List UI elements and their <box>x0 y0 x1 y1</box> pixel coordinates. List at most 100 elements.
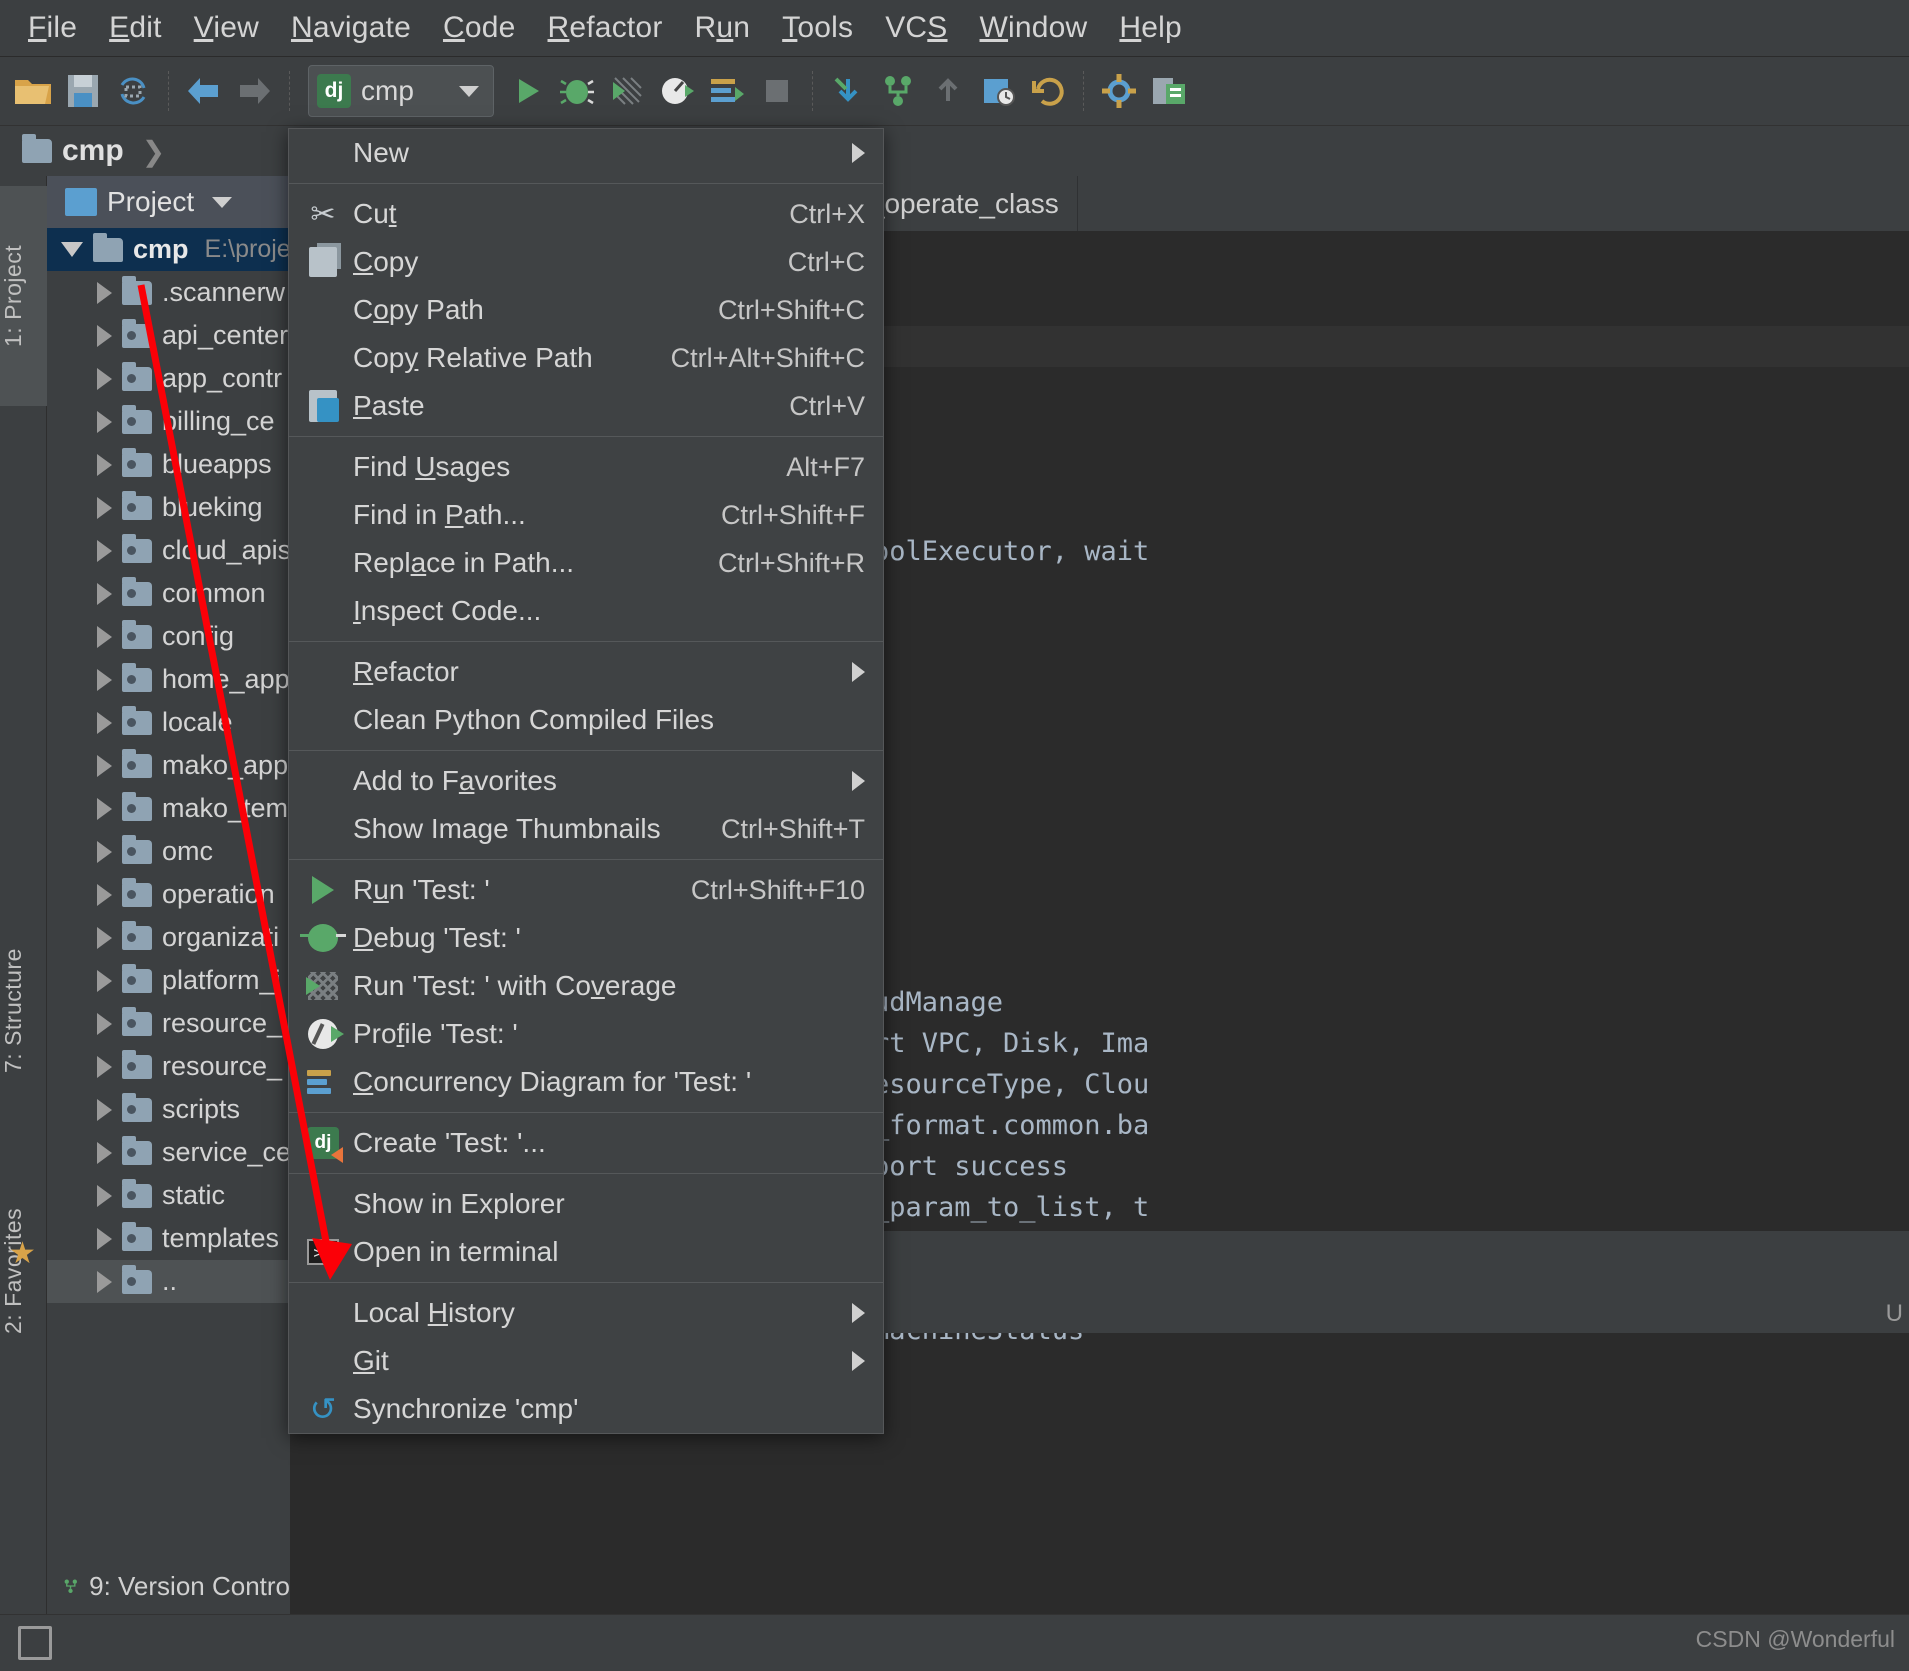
run-icon[interactable] <box>504 68 550 114</box>
context-menu-item[interactable]: Show Image Thumbnails Ctrl+Shift+T <box>289 805 883 853</box>
commit-icon[interactable] <box>875 68 921 114</box>
tree-item[interactable]: billing_ce <box>47 400 290 443</box>
tree-item[interactable]: api_center <box>47 314 290 357</box>
menubar-item-navigate[interactable]: Navigate <box>275 7 427 49</box>
tree-item[interactable]: blueking <box>47 486 290 529</box>
chevron-down-icon[interactable] <box>61 242 83 257</box>
chevron-right-icon[interactable] <box>97 668 112 691</box>
profile-icon[interactable] <box>654 68 700 114</box>
menubar-item-window[interactable]: Window <box>964 7 1104 49</box>
context-menu-item[interactable]: Add to Favorites <box>289 757 883 805</box>
chevron-down-icon[interactable] <box>459 85 479 97</box>
context-menu-item[interactable]: Inspect Code... <box>289 587 883 635</box>
menubar-item-run[interactable]: Run <box>679 7 767 49</box>
context-menu-item[interactable]: Concurrency Diagram for 'Test: ' <box>289 1058 883 1106</box>
menubar-item-vcs[interactable]: VCS <box>869 7 963 49</box>
chevron-right-icon[interactable] <box>97 1141 112 1164</box>
chevron-right-icon[interactable] <box>97 1098 112 1121</box>
chevron-right-icon[interactable] <box>97 1270 112 1293</box>
chevron-right-icon[interactable] <box>852 143 865 163</box>
tree-item[interactable]: templates <box>47 1217 290 1260</box>
chevron-right-icon[interactable] <box>97 281 112 304</box>
tree-item[interactable]: mako_app <box>47 744 290 787</box>
context-menu-item[interactable]: Run 'Test: ' Ctrl+Shift+F10 <box>289 866 883 914</box>
chevron-right-icon[interactable] <box>97 453 112 476</box>
tree-item[interactable]: cmp E:\proje <box>47 228 290 271</box>
context-menu-item[interactable]: Refactor <box>289 648 883 696</box>
context-menu-item[interactable]: Show in Explorer <box>289 1180 883 1228</box>
chevron-right-icon[interactable] <box>97 410 112 433</box>
tree-item[interactable]: service_ce <box>47 1131 290 1174</box>
chevron-down-icon[interactable] <box>212 196 233 208</box>
tree-item[interactable]: operation <box>47 873 290 916</box>
rollback-icon[interactable] <box>1025 68 1071 114</box>
context-menu-item[interactable]: Debug 'Test: ' <box>289 914 883 962</box>
menubar-item-refactor[interactable]: Refactor <box>532 7 679 49</box>
tree-item[interactable]: .. <box>47 1260 290 1303</box>
context-menu-item[interactable]: New <box>289 129 883 177</box>
context-menu-item[interactable]: dj Create 'Test: '... <box>289 1119 883 1167</box>
context-menu-item[interactable]: Profile 'Test: ' <box>289 1010 883 1058</box>
context-menu-item[interactable]: Paste Ctrl+V <box>289 382 883 430</box>
context-menu-item[interactable]: Replace in Path... Ctrl+Shift+R <box>289 539 883 587</box>
chevron-right-icon[interactable] <box>97 1184 112 1207</box>
context-menu-item[interactable]: Copy Ctrl+C <box>289 238 883 286</box>
context-menu-item[interactable]: Find Usages Alt+F7 <box>289 443 883 491</box>
project-structure-icon[interactable] <box>1146 68 1192 114</box>
menubar-item-edit[interactable]: Edit <box>93 7 178 49</box>
chevron-right-icon[interactable] <box>852 1351 865 1371</box>
encoding-indicator[interactable]: U <box>1886 1300 1903 1328</box>
context-menu-item[interactable]: Clean Python Compiled Files <box>289 696 883 744</box>
chevron-right-icon[interactable] <box>97 539 112 562</box>
toggle-tool-windows-icon[interactable] <box>18 1626 52 1660</box>
open-project-icon[interactable] <box>10 68 56 114</box>
chevron-right-icon[interactable] <box>97 754 112 777</box>
tree-item[interactable]: config <box>47 615 290 658</box>
chevron-right-icon[interactable] <box>97 1012 112 1035</box>
chevron-right-icon[interactable] <box>97 367 112 390</box>
rail-item-project[interactable]: 1: Project <box>0 186 47 406</box>
coverage-icon[interactable] <box>604 68 650 114</box>
debug-icon[interactable] <box>554 68 600 114</box>
chevron-right-icon[interactable] <box>97 969 112 992</box>
rail-item-structure[interactable]: 7: Structure <box>0 876 47 1146</box>
chevron-right-icon[interactable] <box>97 1055 112 1078</box>
context-menu-item[interactable]: Copy Path Ctrl+Shift+C <box>289 286 883 334</box>
chevron-right-icon[interactable] <box>97 582 112 605</box>
context-menu-item[interactable]: Run 'Test: ' with Coverage <box>289 962 883 1010</box>
tree-item[interactable]: mako_tem <box>47 787 290 830</box>
tree-item[interactable]: locale <box>47 701 290 744</box>
context-menu-item[interactable]: >_ Open in terminal <box>289 1228 883 1276</box>
tree-item[interactable]: resource_ <box>47 1045 290 1088</box>
run-configuration-selector[interactable]: dj cmp <box>308 65 494 117</box>
chevron-right-icon[interactable] <box>852 771 865 791</box>
tree-item[interactable]: home_app <box>47 658 290 701</box>
chevron-right-icon[interactable] <box>97 496 112 519</box>
rail-item-favorites[interactable]: 2: Favorites <box>0 1136 47 1406</box>
history-icon[interactable] <box>975 68 1021 114</box>
menubar-item-view[interactable]: View <box>178 7 275 49</box>
menubar-item-help[interactable]: Help <box>1103 7 1198 49</box>
context-menu-item[interactable]: Git <box>289 1337 883 1385</box>
tree-item[interactable]: app_contr <box>47 357 290 400</box>
context-menu-item[interactable]: ✂ Cut Ctrl+X <box>289 190 883 238</box>
forward-icon[interactable] <box>231 68 277 114</box>
project-panel-header[interactable]: Project <box>47 176 290 228</box>
concurrency-icon[interactable] <box>704 68 750 114</box>
chevron-right-icon[interactable] <box>852 662 865 682</box>
update-project-icon[interactable] <box>825 68 871 114</box>
menubar-item-tools[interactable]: Tools <box>766 7 869 49</box>
chevron-right-icon[interactable] <box>97 324 112 347</box>
chevron-right-icon[interactable] <box>97 797 112 820</box>
tree-item[interactable]: blueapps <box>47 443 290 486</box>
tree-item[interactable]: common <box>47 572 290 615</box>
context-menu-item[interactable]: Local History <box>289 1289 883 1337</box>
tree-item[interactable]: omc <box>47 830 290 873</box>
breadcrumb-root[interactable]: cmp <box>62 134 124 168</box>
tree-item[interactable]: static <box>47 1174 290 1217</box>
tree-item[interactable]: platform_i <box>47 959 290 1002</box>
push-icon[interactable] <box>925 68 971 114</box>
chevron-right-icon[interactable] <box>97 883 112 906</box>
menubar-item-file[interactable]: File <box>12 7 93 49</box>
back-icon[interactable] <box>181 68 227 114</box>
